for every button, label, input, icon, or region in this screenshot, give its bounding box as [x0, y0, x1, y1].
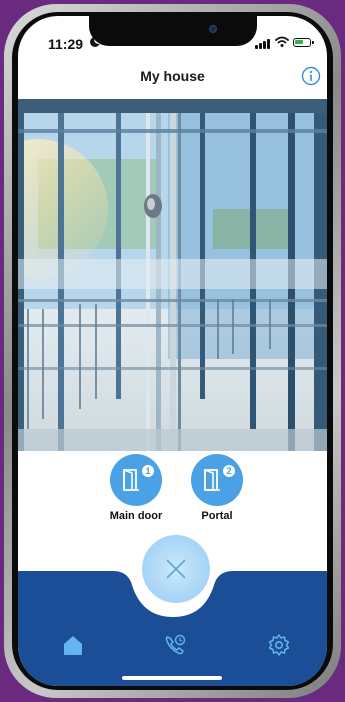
phone-screen: 11:29 My house 1 Main door 2 Portal [18, 16, 327, 686]
door-button-main[interactable]: 1 [110, 454, 162, 506]
door-button-portal[interactable]: 2 [191, 454, 243, 506]
door-label: Portal [201, 510, 233, 522]
close-icon [166, 559, 186, 579]
status-time: 11:29 [48, 36, 84, 52]
info-icon[interactable] [301, 66, 321, 86]
header: My house [18, 66, 327, 100]
camera-feed-image [18, 99, 327, 451]
hangup-button[interactable] [142, 535, 210, 603]
battery-icon [293, 38, 314, 47]
home-icon[interactable] [60, 632, 86, 658]
home-indicator [122, 676, 222, 680]
phone-clock-icon[interactable] [162, 632, 188, 658]
door-badge: 1 [142, 465, 154, 477]
glass-door-photo [18, 99, 327, 451]
door-portal[interactable]: 2 Portal [177, 454, 257, 524]
notch [89, 16, 257, 46]
door-main[interactable]: 1 Main door [96, 454, 176, 524]
page-title: My house [140, 68, 205, 84]
door-buttons: 1 Main door 2 Portal [18, 454, 327, 524]
signal-icon [255, 38, 271, 49]
door-badge: 2 [223, 465, 235, 477]
wifi-icon [275, 36, 289, 47]
gear-icon[interactable] [266, 632, 292, 658]
door-label: Main door [109, 510, 163, 522]
camera-icon [209, 25, 217, 33]
